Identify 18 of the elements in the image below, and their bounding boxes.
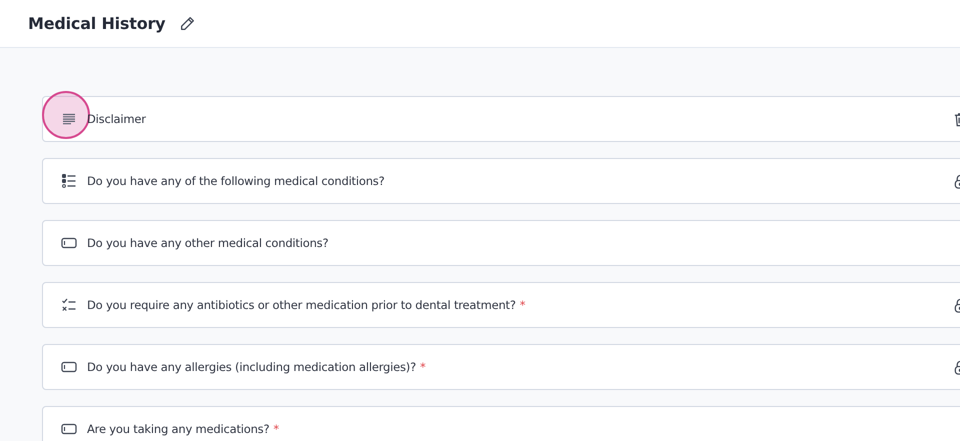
checklist-icon xyxy=(61,297,77,313)
text-lines-icon xyxy=(61,111,77,127)
question-label: Do you require any antibiotics or other medication prior to dental treatment? * xyxy=(87,298,526,312)
question-card[interactable]: Do you have any allergies (including medication allergies)? * xyxy=(42,344,960,390)
question-label: Are you taking any medications? * xyxy=(87,422,279,436)
question-label: Do you have any other medical conditions? xyxy=(87,236,328,250)
question-label: Do you have any of the following medical conditions? xyxy=(87,174,384,188)
question-card[interactable]: Are you taking any medications? * xyxy=(42,406,960,441)
page-title: Medical History xyxy=(28,14,166,33)
question-card[interactable]: Do you have any other medical conditions? xyxy=(42,220,960,266)
input-box-icon xyxy=(61,359,77,375)
question-label: Do you have any allergies (including medication allergies)? * xyxy=(87,360,426,374)
list-icon xyxy=(61,173,77,189)
input-box-icon xyxy=(61,421,77,437)
pencil-icon[interactable] xyxy=(179,15,196,32)
question-card[interactable]: Do you have any of the following medical conditions? xyxy=(42,158,960,204)
input-box-icon xyxy=(61,235,77,251)
question-card[interactable]: Do you require any antibiotics or other medication prior to dental treatment? * xyxy=(42,282,960,328)
